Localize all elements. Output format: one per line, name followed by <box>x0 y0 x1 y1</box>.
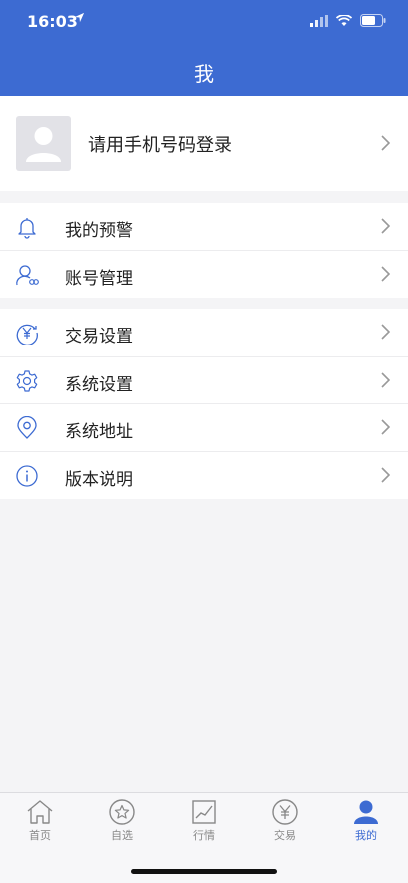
avatar-placeholder <box>16 116 71 171</box>
tab-label: 行情 <box>193 829 215 842</box>
home-indicator <box>131 869 277 874</box>
wifi-icon <box>336 14 352 26</box>
tab-label: 首页 <box>29 829 51 842</box>
yuan-icon <box>16 324 38 345</box>
status-indicators <box>310 14 386 27</box>
account-icon <box>16 264 39 285</box>
tab-label: 交易 <box>274 829 296 842</box>
star-icon <box>109 799 135 825</box>
tab-home[interactable]: 首页 <box>10 799 70 843</box>
menu-item-label: 交易设置 <box>65 327 133 347</box>
login-prompt: 请用手机号码登录 <box>88 135 232 156</box>
tab-me[interactable]: 我的 <box>336 799 396 843</box>
chevron-right-icon <box>381 265 390 282</box>
chevron-right-icon <box>381 466 390 483</box>
menu-item-system-address[interactable]: 系统地址 <box>0 404 408 452</box>
location-arrow-icon <box>74 12 85 23</box>
person-icon <box>354 800 378 824</box>
menu-item-label: 系统设置 <box>65 374 133 395</box>
menu-item-label: 版本说明 <box>65 469 133 490</box>
menu-item-account-management[interactable]: 账号管理 <box>0 251 408 299</box>
chart-icon <box>192 800 216 824</box>
signal-icon <box>310 14 328 27</box>
gear-icon <box>16 369 38 392</box>
chevron-right-icon <box>381 419 390 435</box>
chevron-right-icon <box>381 218 390 234</box>
menu-item-system-settings[interactable]: 系统设置 <box>0 357 408 404</box>
yuan-icon <box>272 799 298 825</box>
menu-item-label: 我的预警 <box>65 221 133 241</box>
battery-icon <box>360 14 386 27</box>
status-bar: 16:03 <box>0 0 408 44</box>
location-pin-icon <box>17 416 37 439</box>
menu-group-2: 交易设置 系统设置 系统地址 版本说明 <box>0 309 408 499</box>
chevron-right-icon <box>381 324 390 340</box>
nav-bar: 我 <box>0 44 408 96</box>
home-icon <box>27 800 53 824</box>
menu-item-trade-settings[interactable]: 交易设置 <box>0 309 408 357</box>
menu-item-version-notes[interactable]: 版本说明 <box>0 452 408 500</box>
status-time: 16:03 <box>27 12 78 31</box>
page-title: 我 <box>194 62 214 86</box>
tab-label: 自选 <box>111 829 133 842</box>
menu-item-my-alerts[interactable]: 我的预警 <box>0 203 408 251</box>
tab-label: 我的 <box>355 829 377 842</box>
login-card[interactable]: 请用手机号码登录 <box>0 96 408 191</box>
bell-icon <box>18 218 36 239</box>
chevron-right-icon <box>381 135 390 151</box>
menu-item-label: 系统地址 <box>65 422 133 442</box>
tab-watchlist[interactable]: 自选 <box>92 799 152 843</box>
tab-market[interactable]: 行情 <box>174 799 234 843</box>
tab-trade[interactable]: 交易 <box>255 799 315 843</box>
info-icon <box>16 464 38 487</box>
menu-item-label: 账号管理 <box>65 268 133 289</box>
menu-group-1: 我的预警 账号管理 <box>0 203 408 298</box>
chevron-right-icon <box>381 371 390 388</box>
